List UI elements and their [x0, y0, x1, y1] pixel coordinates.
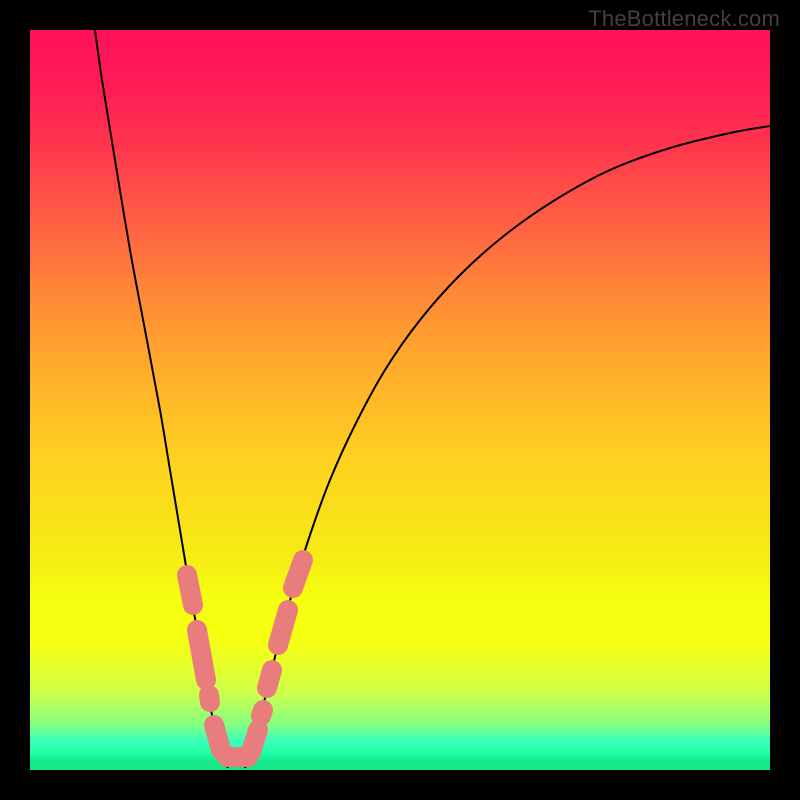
site-label: TheBottleneck.com — [588, 6, 780, 32]
bottleneck-chart: TheBottleneck.com — [0, 0, 800, 800]
gradient-background — [30, 30, 770, 770]
